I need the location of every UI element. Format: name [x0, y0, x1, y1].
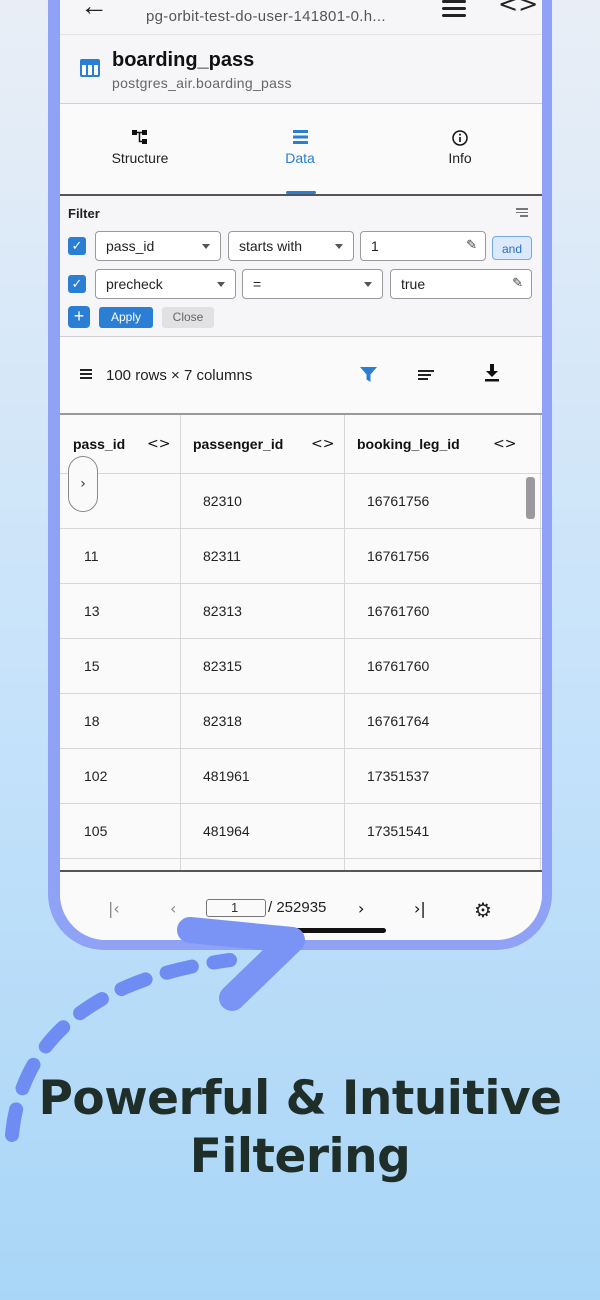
connection-host: pg-orbit-test-do-user-141801-0.h...: [146, 8, 386, 25]
cell-pass-id: 105: [84, 823, 108, 839]
chevron-down-icon: [335, 244, 343, 249]
table-row[interactable]: 15 82315 16761760: [60, 638, 542, 694]
filter-row-1-value: 1: [371, 238, 379, 254]
tab-data[interactable]: Data: [220, 104, 380, 194]
chevron-down-icon: [202, 244, 210, 249]
cell-passenger-id: 481964: [203, 823, 250, 839]
cell-pass-id: 11: [84, 548, 99, 564]
headline-line-1: Powerful & Intuitive: [38, 1071, 562, 1126]
cell-passenger-id: 82318: [203, 713, 242, 729]
cell-pass-id: 18: [84, 713, 100, 729]
column-header-passenger-id[interactable]: passenger_id <>: [193, 415, 338, 473]
table-row[interactable]: 13 82313 16761760: [60, 583, 542, 639]
tab-structure-label: Structure: [111, 150, 169, 166]
cell-booking-leg-id: 16761764: [367, 713, 430, 729]
filter-row-1-column-select[interactable]: pass_id: [95, 231, 221, 261]
table-row[interactable]: 102 481961 17351537: [60, 748, 542, 804]
cell-booking-leg-id: 17351537: [367, 768, 430, 784]
column-header-label: passenger_id: [193, 436, 284, 452]
cell-booking-leg-id: 16761756: [367, 493, 430, 509]
apply-button[interactable]: Apply: [99, 307, 153, 328]
filter-row-1-operator: starts with: [239, 238, 303, 254]
cell-passenger-id: 82315: [203, 658, 242, 674]
table-title-bar: boarding_pass postgres_air.boarding_pass: [60, 34, 542, 105]
add-filter-button[interactable]: +: [68, 306, 90, 328]
vertical-scrollbar[interactable]: [526, 477, 535, 519]
filter-row-1-column: pass_id: [106, 238, 155, 254]
cell-passenger-id: 82310: [203, 493, 242, 509]
table-name: boarding_pass: [112, 49, 255, 71]
cell-booking-leg-id: 16761760: [367, 603, 430, 619]
close-button[interactable]: Close: [162, 307, 214, 328]
cell-pass-id: 102: [84, 768, 108, 784]
info-icon: [452, 130, 468, 146]
tab-data-label: Data: [285, 150, 315, 166]
menu-icon[interactable]: [442, 0, 466, 17]
filter-row-1-operator-select[interactable]: starts with: [228, 231, 354, 261]
table-icon: [80, 59, 100, 77]
table-row[interactable]: 105 481964 17351541: [60, 803, 542, 859]
active-tab-indicator: [286, 191, 316, 194]
app-screen: ← pg-orbit-test-do-user-141801-0.h... <>…: [60, 0, 542, 940]
column-header-label: pass_id: [73, 436, 126, 452]
cell-booking-leg-id: 17351541: [367, 823, 430, 839]
tab-structure[interactable]: Structure: [60, 104, 220, 194]
structure-icon: [132, 130, 147, 144]
cell-booking-leg-id: 16761756: [367, 548, 430, 564]
filter-label: Filter: [68, 206, 100, 221]
tab-info[interactable]: Info: [380, 104, 540, 194]
cell-booking-leg-id: 16761760: [367, 658, 430, 674]
rows-icon: [80, 369, 92, 381]
cell-pass-id: 15: [84, 658, 100, 674]
chevron-down-icon: [364, 282, 372, 287]
filter-row-2-operator-select[interactable]: =: [242, 269, 383, 299]
resize-column-icon[interactable]: <>: [493, 415, 516, 473]
and-conjunction-button[interactable]: and: [492, 236, 532, 260]
table-row[interactable]: 11 82311 16761756: [60, 528, 542, 584]
edit-pencil-icon: ✎: [466, 237, 477, 252]
filter-row-2-column: precheck: [106, 276, 163, 292]
code-icon[interactable]: <>: [498, 0, 538, 18]
filter-funnel-icon[interactable]: [360, 367, 377, 383]
list-icon: [292, 130, 308, 144]
column-header-label: booking_leg_id: [357, 436, 460, 452]
filter-row-1-checkbox[interactable]: ✓: [68, 237, 86, 255]
filter-row-2-value: true: [401, 276, 426, 292]
table-row[interactable]: [60, 858, 542, 870]
table-row[interactable]: 82310 16761756: [60, 473, 542, 529]
tab-info-label: Info: [448, 150, 472, 166]
headline-line-2: Filtering: [189, 1129, 411, 1184]
table-row[interactable]: 18 82318 16761764: [60, 693, 542, 749]
sort-lines-icon[interactable]: [418, 370, 434, 382]
filter-row-2-checkbox[interactable]: ✓: [68, 275, 86, 293]
resize-column-icon[interactable]: <>: [311, 415, 334, 473]
chevron-down-icon: [217, 282, 225, 287]
tab-bar: Structure Data Info: [60, 104, 542, 196]
download-icon[interactable]: [484, 364, 500, 382]
top-bar: ← pg-orbit-test-do-user-141801-0.h... <>: [60, 0, 542, 34]
back-arrow-icon[interactable]: ←: [80, 0, 108, 22]
filter-row-2-column-select[interactable]: precheck: [95, 269, 236, 299]
cell-passenger-id: 82311: [203, 548, 241, 564]
expand-panel-button[interactable]: ›: [68, 456, 98, 512]
column-header-booking-leg-id[interactable]: booking_leg_id <>: [357, 415, 517, 473]
filter-row-2-value-field[interactable]: true ✎: [390, 269, 532, 299]
result-summary-bar: 100 rows × 7 columns: [60, 337, 542, 415]
filter-options-icon[interactable]: [516, 208, 528, 219]
cell-pass-id: 13: [84, 603, 100, 619]
edit-pencil-icon: ✎: [512, 275, 523, 290]
rows-columns-count: 100 rows × 7 columns: [106, 367, 253, 384]
filter-row-1-value-field[interactable]: 1 ✎: [360, 231, 486, 261]
resize-column-icon[interactable]: <>: [147, 415, 170, 473]
data-grid: pass_id <> passenger_id <> booking_leg_i…: [60, 415, 542, 870]
marketing-headline: Powerful & Intuitive Filtering: [0, 1070, 600, 1186]
cell-passenger-id: 82313: [203, 603, 242, 619]
filter-row-2-operator: =: [253, 276, 262, 292]
table-schema-path: postgres_air.boarding_pass: [112, 75, 292, 91]
cell-passenger-id: 481961: [203, 768, 250, 784]
